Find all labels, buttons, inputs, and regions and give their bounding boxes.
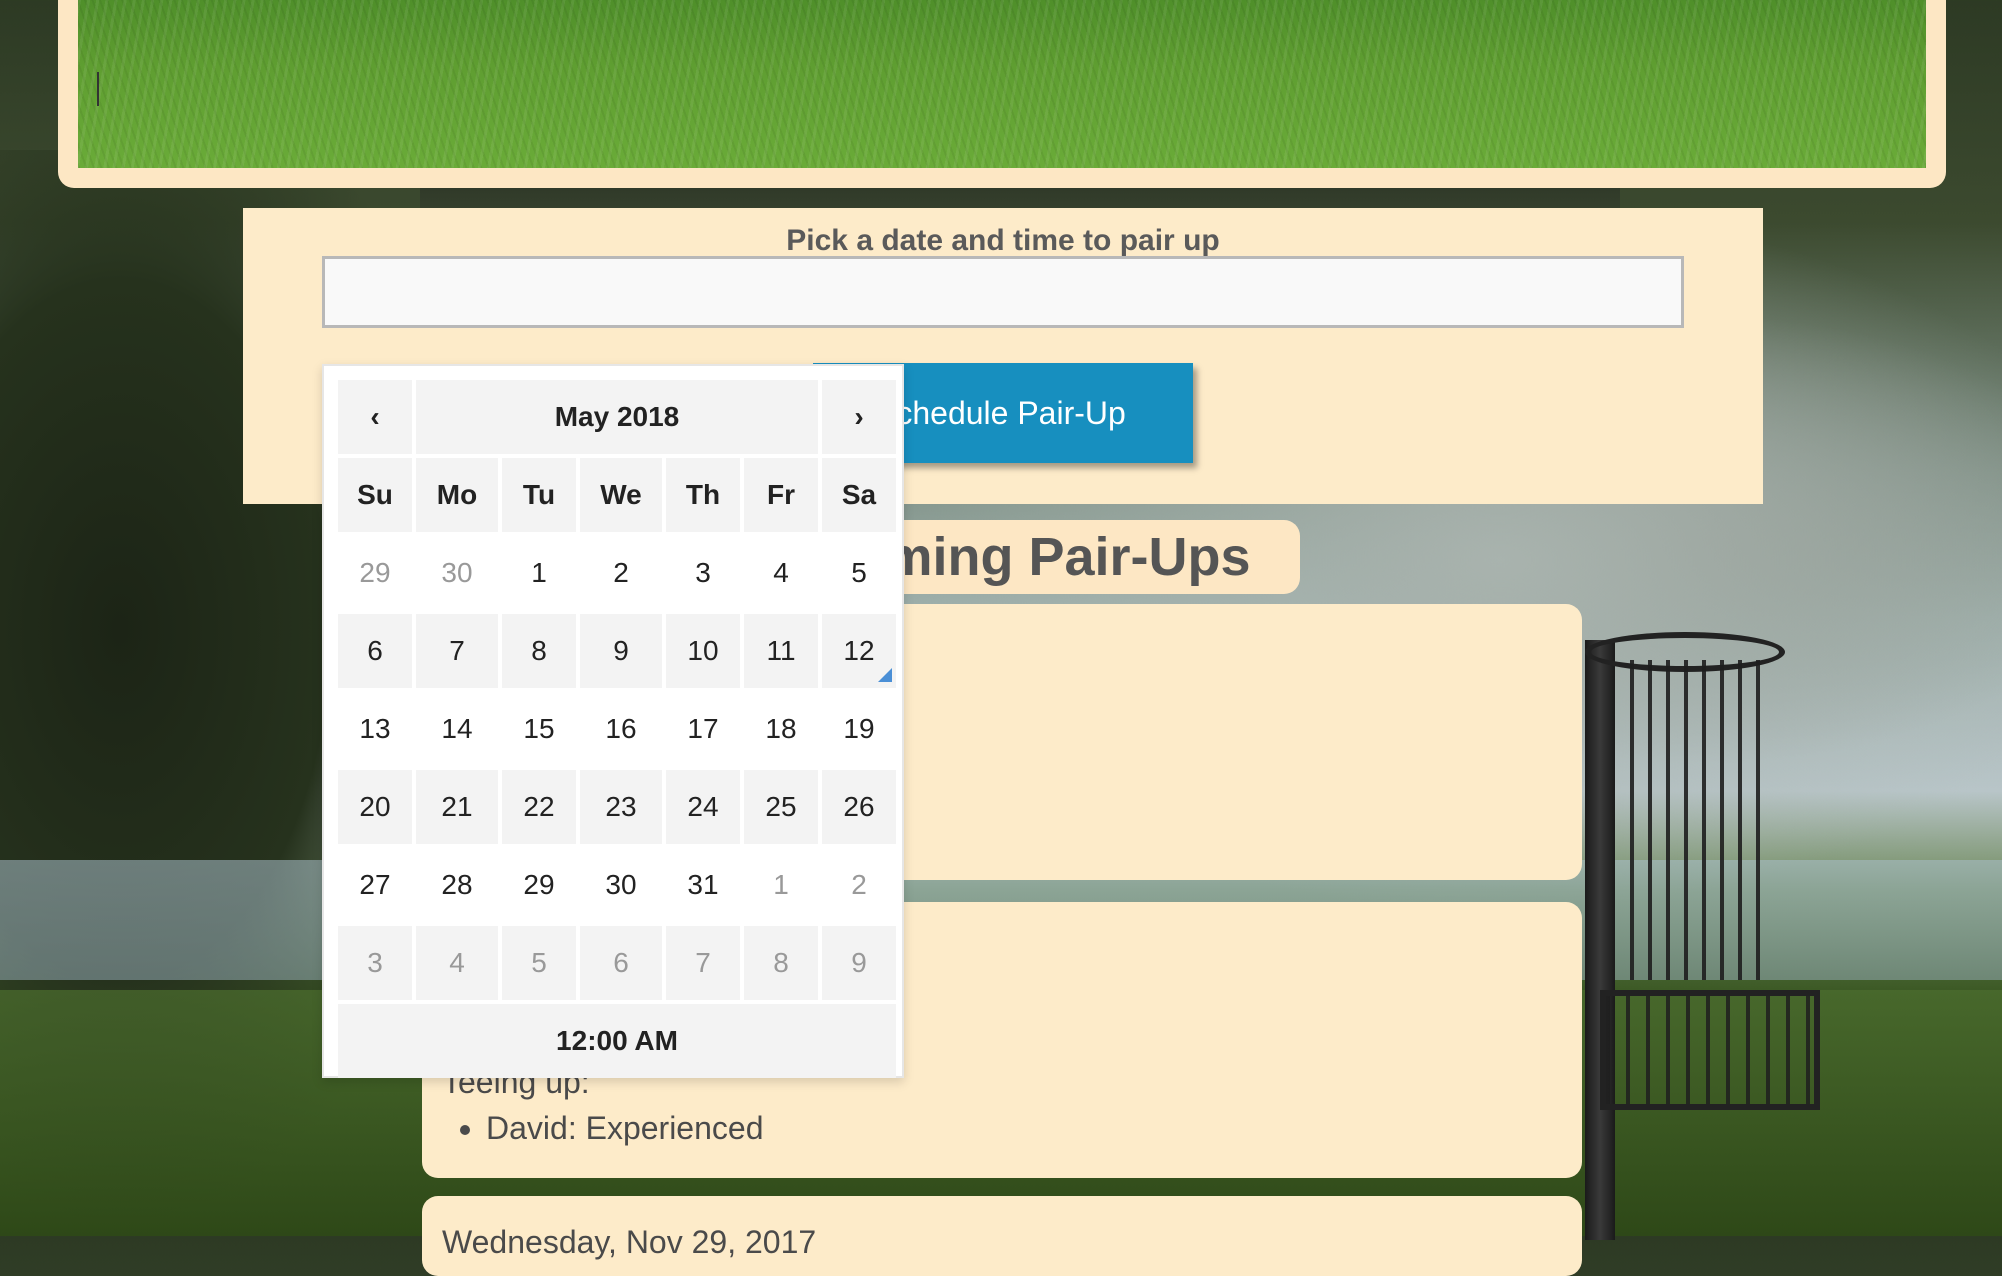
day-cell[interactable]: 11 <box>744 614 818 688</box>
datepicker-popup: ‹ May 2018 › Su Mo Tu We Th Fr Sa 29 30 … <box>322 364 904 1078</box>
day-cell[interactable]: 2 <box>822 848 896 922</box>
day-cell[interactable]: 9 <box>580 614 662 688</box>
day-cell[interactable]: 13 <box>338 692 412 766</box>
weekday-label: Su <box>338 458 412 532</box>
day-cell[interactable]: 26 <box>822 770 896 844</box>
weekday-label: Fr <box>744 458 818 532</box>
player-list: David: Experienced <box>442 1110 763 1147</box>
text-caret <box>97 72 99 106</box>
day-cell[interactable]: 20 <box>338 770 412 844</box>
day-cell[interactable]: 7 <box>666 926 740 1000</box>
day-cell[interactable]: 10 <box>666 614 740 688</box>
day-cell[interactable]: 30 <box>580 848 662 922</box>
weekday-label: Tu <box>502 458 576 532</box>
day-cell[interactable]: 21 <box>416 770 498 844</box>
player-list-item: David: Experienced <box>486 1110 763 1147</box>
prev-month-button[interactable]: ‹ <box>338 380 412 454</box>
day-cell[interactable]: 3 <box>666 536 740 610</box>
pair-up-card: Wednesday, Nov 29, 2017 <box>422 1196 1582 1276</box>
disc-golf-basket-chains <box>1630 660 1770 980</box>
weekday-label: Th <box>666 458 740 532</box>
week-row: 3 4 5 6 7 8 9 <box>338 926 896 1000</box>
day-cell[interactable]: 22 <box>502 770 576 844</box>
day-cell[interactable]: 8 <box>744 926 818 1000</box>
day-cell[interactable]: 8 <box>502 614 576 688</box>
day-cell[interactable]: 29 <box>502 848 576 922</box>
day-cell[interactable]: 17 <box>666 692 740 766</box>
day-cell[interactable]: 3 <box>338 926 412 1000</box>
day-cell[interactable]: 5 <box>822 536 896 610</box>
day-cell[interactable]: 14 <box>416 692 498 766</box>
day-cell[interactable]: 6 <box>338 614 412 688</box>
datetime-input[interactable] <box>322 256 1684 328</box>
week-row: 6 7 8 9 10 11 12 <box>338 614 896 688</box>
day-cell[interactable]: 31 <box>666 848 740 922</box>
disc-golf-basket-tray <box>1600 990 1820 1110</box>
day-cell[interactable]: 4 <box>416 926 498 1000</box>
hero-grass-image <box>78 0 1926 168</box>
schedule-title: Pick a date and time to pair up <box>786 224 1220 257</box>
day-cell[interactable]: 9 <box>822 926 896 1000</box>
day-cell[interactable]: 24 <box>666 770 740 844</box>
weekday-label: Sa <box>822 458 896 532</box>
week-row: 13 14 15 16 17 18 19 <box>338 692 896 766</box>
datepicker-table: ‹ May 2018 › Su Mo Tu We Th Fr Sa 29 30 … <box>334 376 900 1082</box>
week-row: 27 28 29 30 31 1 2 <box>338 848 896 922</box>
day-number: 12 <box>843 635 875 666</box>
day-cell[interactable]: 28 <box>416 848 498 922</box>
hero-banner <box>58 0 1946 188</box>
day-cell[interactable]: 23 <box>580 770 662 844</box>
next-month-button[interactable]: › <box>822 380 896 454</box>
weekday-label: Mo <box>416 458 498 532</box>
day-cell[interactable]: 6 <box>580 926 662 1000</box>
time-picker-toggle[interactable]: 12:00 AM <box>338 1004 896 1078</box>
month-year-switch[interactable]: May 2018 <box>416 380 818 454</box>
day-cell[interactable]: 7 <box>416 614 498 688</box>
day-cell[interactable]: 16 <box>580 692 662 766</box>
day-cell[interactable]: 4 <box>744 536 818 610</box>
pair-up-date: Wednesday, Nov 29, 2017 <box>442 1224 817 1260</box>
today-day-cell[interactable]: 12 <box>822 614 896 688</box>
week-row: 29 30 1 2 3 4 5 <box>338 536 896 610</box>
day-cell[interactable]: 1 <box>502 536 576 610</box>
week-row: 20 21 22 23 24 25 26 <box>338 770 896 844</box>
day-cell[interactable]: 18 <box>744 692 818 766</box>
day-cell[interactable]: 25 <box>744 770 818 844</box>
day-cell[interactable]: 15 <box>502 692 576 766</box>
day-cell[interactable]: 30 <box>416 536 498 610</box>
disc-golf-basket-pole <box>1585 640 1615 1240</box>
day-cell[interactable]: 29 <box>338 536 412 610</box>
day-cell[interactable]: 27 <box>338 848 412 922</box>
weekday-label: We <box>580 458 662 532</box>
day-cell[interactable]: 2 <box>580 536 662 610</box>
today-marker-icon <box>878 668 892 682</box>
weekday-header-row: Su Mo Tu We Th Fr Sa <box>338 458 896 532</box>
day-cell[interactable]: 19 <box>822 692 896 766</box>
day-cell[interactable]: 5 <box>502 926 576 1000</box>
day-cell[interactable]: 1 <box>744 848 818 922</box>
